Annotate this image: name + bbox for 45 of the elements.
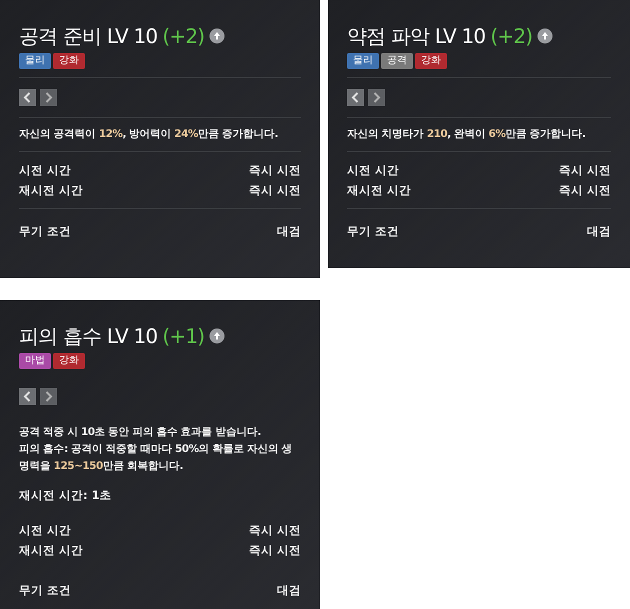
upgrade-icon[interactable] bbox=[537, 28, 554, 44]
cooldown-note: 재시전 시간: 1초 bbox=[19, 487, 113, 504]
skill-description: 자신의 치명타가 210, 완벽이 6%만큼 증가합니다. bbox=[347, 127, 587, 142]
weapon-label: 무기 조건 bbox=[19, 582, 72, 599]
previous-button[interactable] bbox=[19, 388, 36, 405]
stat-value: 즉시 시전 bbox=[248, 162, 301, 179]
stat-value: 즉시 시전 bbox=[558, 182, 611, 199]
skill-tag: 공격 bbox=[381, 53, 413, 69]
weapon-label: 무기 조건 bbox=[347, 223, 400, 240]
skill-description: 공격 적중 시 10초 동안 피의 흡수 효과를 받습니다. bbox=[19, 425, 262, 440]
stat-value: 즉시 시전 bbox=[248, 522, 301, 539]
weapon-value: 대검 bbox=[587, 223, 611, 240]
level-bonus: (+2) bbox=[162, 23, 204, 50]
weapon-label: 무기 조건 bbox=[19, 223, 72, 240]
skill-description: 자신의 공격력이 12%, 방어력이 24%만큼 증가합니다. bbox=[19, 127, 280, 142]
previous-button[interactable] bbox=[19, 89, 36, 106]
skill-title: 공격 준비 LV 10 bbox=[19, 23, 158, 50]
stat-value: 즉시 시전 bbox=[248, 182, 301, 199]
skill-tag: 물리 bbox=[347, 53, 379, 69]
next-button[interactable] bbox=[40, 388, 57, 405]
stat-label: 재시전 시간 bbox=[347, 182, 412, 199]
next-button[interactable] bbox=[40, 89, 57, 106]
skill-tag: 강화 bbox=[53, 53, 85, 69]
stat-value: 즉시 시전 bbox=[558, 162, 611, 179]
stat-label: 재시전 시간 bbox=[19, 182, 84, 199]
skill-title: 피의 흡수 LV 10 bbox=[19, 323, 158, 350]
skill-tag: 강화 bbox=[415, 53, 447, 69]
level-bonus: (+2) bbox=[490, 23, 532, 50]
skill-tag: 강화 bbox=[53, 353, 85, 369]
stat-label: 시전 시간 bbox=[19, 522, 72, 539]
weapon-value: 대검 bbox=[277, 223, 301, 240]
skill-description: 피의 흡수: 공격이 적중할 때마다 50%의 확률로 자신의 생명력을 125~150만큼 회복합니다. bbox=[19, 442, 294, 474]
skill-title: 약점 파악 LV 10 bbox=[347, 23, 486, 50]
stat-label: 시전 시간 bbox=[347, 162, 400, 179]
stat-value: 즉시 시전 bbox=[248, 542, 301, 559]
stat-label: 재시전 시간 bbox=[19, 542, 84, 559]
upgrade-icon[interactable] bbox=[209, 28, 226, 44]
stat-label: 시전 시간 bbox=[19, 162, 72, 179]
weapon-value: 대검 bbox=[277, 582, 301, 599]
skill-tag: 물리 bbox=[19, 53, 51, 69]
previous-button[interactable] bbox=[347, 89, 364, 106]
skill-tag: 마법 bbox=[19, 353, 51, 369]
next-button[interactable] bbox=[368, 89, 385, 106]
upgrade-icon[interactable] bbox=[209, 328, 226, 344]
level-bonus: (+1) bbox=[162, 323, 204, 350]
